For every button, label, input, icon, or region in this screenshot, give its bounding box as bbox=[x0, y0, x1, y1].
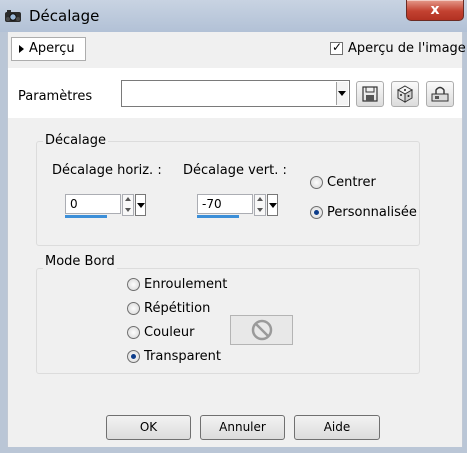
custom-radio-label: Personnalisée bbox=[327, 205, 417, 220]
vertical-offset-dropdown[interactable] bbox=[267, 194, 278, 216]
dialog-body: Aperçu ✓ Aperçu de l'image Paramètres Dé… bbox=[7, 32, 466, 447]
presets-label: Paramètres bbox=[18, 89, 93, 104]
presets-bar: Paramètres bbox=[8, 68, 462, 118]
ok-button[interactable]: OK bbox=[106, 415, 191, 440]
arrow-down-icon bbox=[257, 208, 263, 212]
chevron-down-icon bbox=[269, 203, 277, 208]
title-bar: Décalage x bbox=[0, 0, 467, 32]
center-radio-label: Centrer bbox=[327, 175, 376, 190]
preset-options-button[interactable] bbox=[426, 81, 454, 107]
chevron-down-icon bbox=[137, 203, 145, 208]
offset-group-title: Décalage bbox=[43, 133, 108, 148]
custom-radio[interactable] bbox=[310, 206, 323, 219]
radio-selected-dot bbox=[314, 210, 319, 215]
vertical-offset-label: Décalage vert. : bbox=[183, 163, 287, 178]
disabled-icon bbox=[251, 319, 273, 341]
repeat-radio[interactable] bbox=[127, 302, 140, 315]
edge-color-swatch[interactable] bbox=[230, 315, 293, 345]
expand-arrow-icon bbox=[19, 45, 24, 53]
vertical-offset-input[interactable]: -70 bbox=[197, 194, 253, 214]
randomize-dice-icon bbox=[396, 85, 414, 103]
save-preset-button[interactable] bbox=[356, 81, 384, 107]
vertical-offset-spinner[interactable]: -70 bbox=[197, 194, 278, 218]
close-button[interactable]: x bbox=[406, 0, 464, 21]
horizontal-offset-spinner[interactable]: 0 bbox=[65, 194, 146, 218]
arrow-up-icon bbox=[257, 197, 263, 201]
cancel-button[interactable]: Annuler bbox=[200, 415, 285, 440]
wrap-radio-label: Enroulement bbox=[144, 277, 228, 292]
preview-toggle-label: Aperçu bbox=[29, 41, 75, 56]
help-button[interactable]: Aide bbox=[294, 415, 380, 440]
close-icon: x bbox=[430, 2, 440, 18]
image-preview-checkbox[interactable]: ✓ bbox=[330, 40, 343, 55]
preview-bar: Aperçu ✓ Aperçu de l'image bbox=[8, 32, 466, 64]
color-radio[interactable] bbox=[127, 326, 140, 339]
vertical-offset-slider[interactable] bbox=[197, 215, 239, 218]
horizontal-offset-input[interactable]: 0 bbox=[65, 194, 121, 214]
edge-mode-group bbox=[36, 268, 420, 374]
checkmark-icon: ✓ bbox=[332, 40, 343, 54]
randomize-button[interactable] bbox=[391, 81, 419, 107]
preview-toggle-button[interactable]: Aperçu bbox=[11, 37, 86, 61]
wrap-radio[interactable] bbox=[127, 278, 140, 291]
radio-selected-dot bbox=[131, 354, 136, 359]
save-preset-icon bbox=[362, 86, 378, 102]
horizontal-offset-label: Décalage horiz. : bbox=[52, 163, 162, 178]
preset-dropdown-button[interactable] bbox=[336, 82, 348, 105]
center-radio[interactable] bbox=[310, 176, 323, 189]
edge-mode-group-title: Mode Bord bbox=[43, 254, 117, 269]
arrow-up-icon bbox=[125, 197, 131, 201]
chevron-down-icon bbox=[338, 91, 346, 96]
app-icon bbox=[5, 10, 21, 22]
preset-combo[interactable] bbox=[121, 80, 350, 107]
vertical-offset-updown[interactable] bbox=[254, 194, 266, 216]
horizontal-offset-updown[interactable] bbox=[122, 194, 134, 216]
color-radio-label: Couleur bbox=[144, 325, 195, 340]
arrow-down-icon bbox=[125, 208, 131, 212]
transparent-radio-label: Transparent bbox=[144, 349, 221, 364]
horizontal-offset-slider[interactable] bbox=[65, 215, 107, 218]
window-title: Décalage bbox=[29, 7, 100, 25]
window-frame-bottom bbox=[0, 447, 467, 453]
window-frame-left bbox=[0, 32, 7, 453]
horizontal-offset-dropdown[interactable] bbox=[135, 194, 146, 216]
preset-options-icon bbox=[431, 86, 449, 102]
image-preview-label: Aperçu de l'image bbox=[348, 41, 466, 56]
repeat-radio-label: Répétition bbox=[144, 301, 211, 316]
transparent-radio[interactable] bbox=[127, 350, 140, 363]
